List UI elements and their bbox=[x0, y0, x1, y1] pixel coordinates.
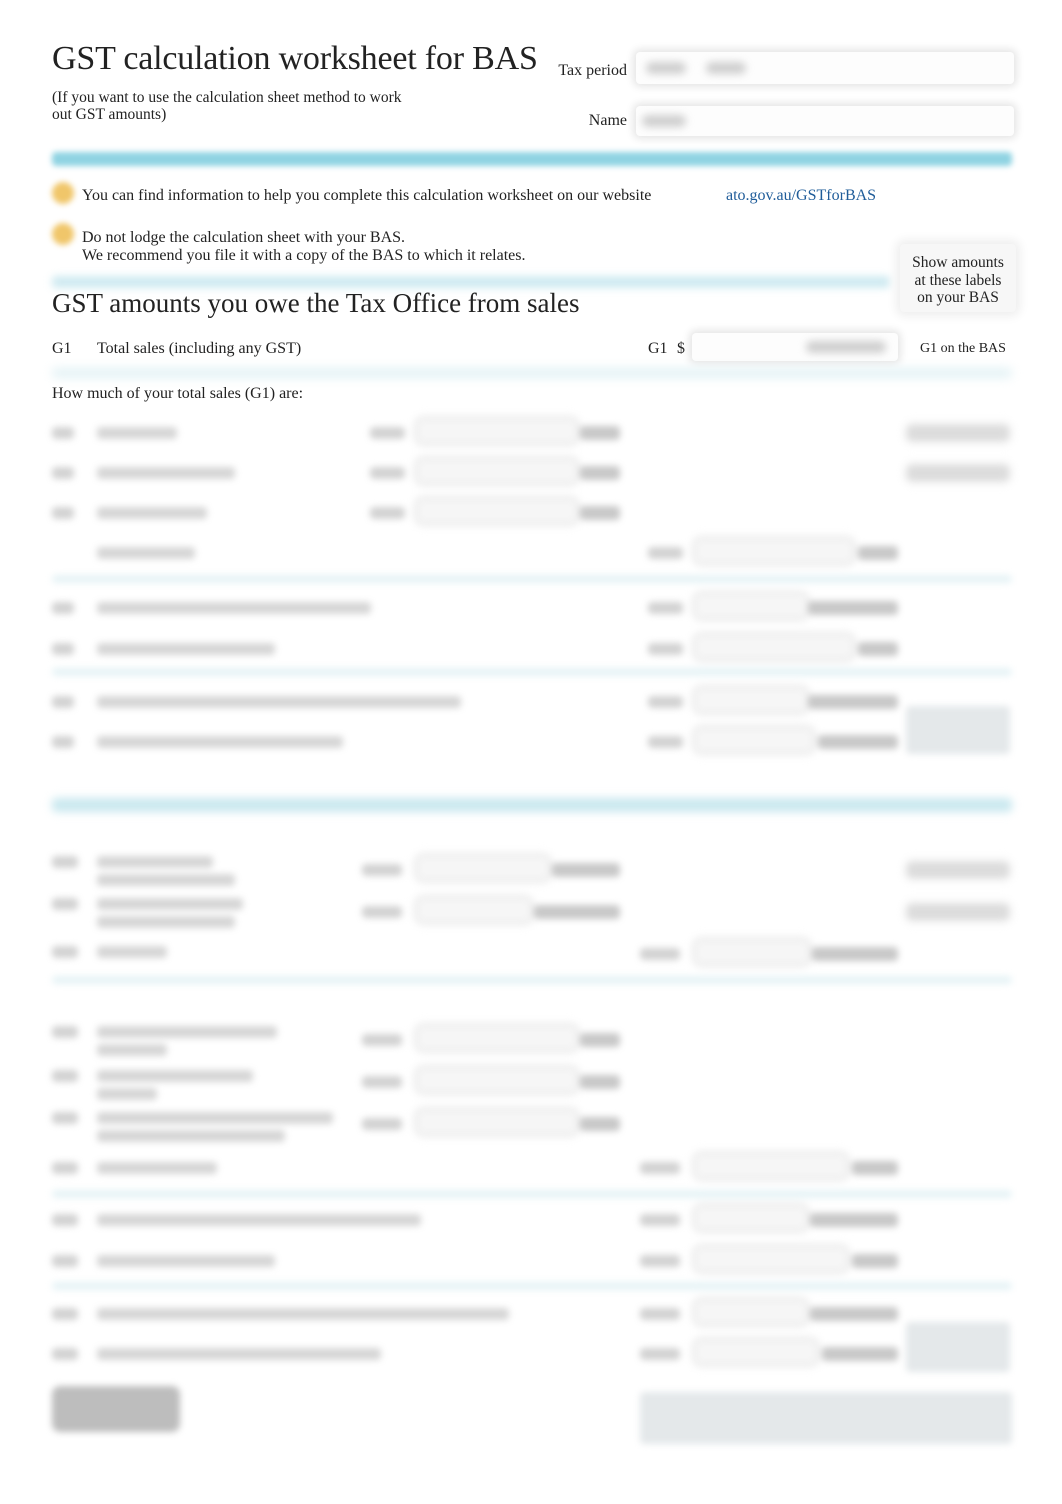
blurred-input[interactable] bbox=[418, 1069, 576, 1091]
blurred-input[interactable] bbox=[418, 857, 548, 879]
blurred-input[interactable] bbox=[696, 1248, 846, 1270]
g1-currency: $ bbox=[677, 340, 685, 357]
show-amounts-line: on your BAS bbox=[917, 289, 999, 306]
tax-period-value-redacted bbox=[706, 62, 746, 74]
show-amounts-line: Show amounts bbox=[912, 254, 1004, 271]
info-note-lodge: Do not lodge the calculation sheet with … bbox=[82, 229, 406, 246]
blurred-input[interactable] bbox=[418, 899, 530, 921]
page-subtitle: (If you want to use the calculation shee… bbox=[52, 89, 402, 123]
blurred-input[interactable] bbox=[696, 595, 806, 617]
g1-amount-redacted bbox=[806, 341, 886, 353]
blurred-input[interactable] bbox=[418, 460, 576, 482]
section-divider bbox=[52, 152, 1012, 166]
show-amounts-line: at these labels bbox=[914, 271, 1002, 289]
blurred-worksheet-rows bbox=[0, 410, 1062, 1504]
g1-bas-label: G1 on the BAS bbox=[920, 341, 1006, 356]
blurred-input[interactable] bbox=[418, 420, 576, 442]
gst-for-bas-link[interactable]: ato.gov.au/GSTforBAS bbox=[726, 187, 876, 205]
info-dot-icon bbox=[52, 182, 74, 204]
info-dot-icon bbox=[52, 223, 74, 245]
blurred-input[interactable] bbox=[696, 636, 852, 658]
blurred-input[interactable] bbox=[696, 540, 852, 562]
how-much-label: How much of your total sales (G1) are: bbox=[52, 385, 304, 402]
tax-period-label: Tax period bbox=[558, 62, 627, 79]
blurred-input[interactable] bbox=[696, 729, 812, 751]
blurred-input[interactable] bbox=[696, 1155, 846, 1177]
info-note-website: You can find information to help you com… bbox=[82, 187, 652, 204]
blurred-input[interactable] bbox=[696, 941, 808, 963]
blurred-input[interactable] bbox=[696, 1301, 806, 1323]
name-label: Name bbox=[588, 112, 627, 129]
name-field[interactable] bbox=[636, 106, 1014, 136]
g1-amount-field[interactable] bbox=[692, 333, 898, 361]
blurred-input[interactable] bbox=[696, 1341, 816, 1363]
section-divider bbox=[52, 276, 890, 288]
blurred-input[interactable] bbox=[418, 500, 576, 522]
blurred-input[interactable] bbox=[696, 689, 806, 711]
g1-code: G1 bbox=[52, 340, 72, 357]
row-divider bbox=[52, 368, 1012, 378]
blurred-input[interactable] bbox=[696, 1207, 806, 1229]
show-amounts-box: Show amounts at these labels on your BAS bbox=[900, 244, 1016, 312]
tax-period-value-redacted bbox=[646, 62, 686, 74]
page-title: GST calculation worksheet for BAS bbox=[52, 40, 538, 77]
sales-section-title: GST amounts you owe the Tax Office from … bbox=[52, 288, 580, 318]
blurred-input[interactable] bbox=[418, 1027, 576, 1049]
tax-period-field[interactable] bbox=[636, 52, 1014, 84]
blurred-button[interactable] bbox=[52, 1386, 180, 1432]
g1-field-code: G1 bbox=[648, 340, 668, 357]
info-note-file: We recommend you file it with a copy of … bbox=[82, 247, 526, 264]
g1-label: Total sales (including any GST) bbox=[97, 340, 302, 357]
name-value-redacted bbox=[642, 115, 686, 127]
blurred-input[interactable] bbox=[418, 1111, 576, 1133]
